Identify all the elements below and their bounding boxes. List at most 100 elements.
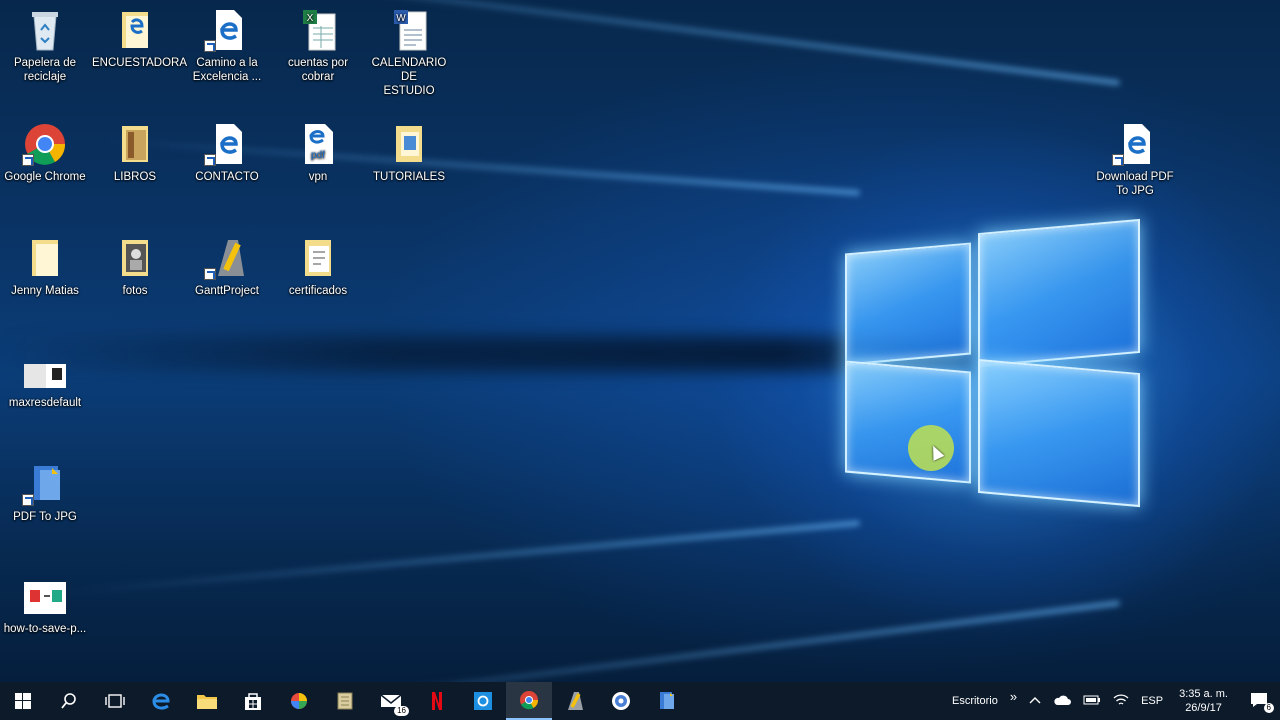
taskbar-blue-app[interactable]	[460, 682, 506, 720]
icon-label: Papelera de reciclaje	[13, 57, 77, 83]
desktop-icon-vpn[interactable]: pdf vpn	[275, 122, 361, 184]
edge-html-icon	[204, 8, 250, 52]
windows-logo-pane	[978, 358, 1140, 508]
image-file-icon	[22, 358, 68, 392]
folder-icon	[295, 236, 341, 280]
shortcut-arrow-icon	[1112, 154, 1124, 166]
mail-badge: 16	[394, 706, 409, 716]
taskbar-ganttproject[interactable]	[552, 682, 598, 720]
desktop-icon-calendario-de-estudio[interactable]: W CALENDARIO DE ESTUDIO	[366, 8, 452, 98]
icon-label: CONTACTO	[195, 171, 259, 183]
taskbar-circle-app[interactable]	[598, 682, 644, 720]
desktop-icon-fotos[interactable]: fotos	[92, 236, 178, 298]
clock-date: 26/9/17	[1185, 702, 1222, 714]
blue-app-icon	[474, 692, 492, 710]
notification-count: 6	[1263, 702, 1274, 713]
desktop-icon-recycle-bin[interactable]: Papelera de reciclaje	[2, 8, 88, 84]
icon-label: Camino a la Excelencia ...	[192, 57, 262, 83]
task-view-icon	[105, 694, 125, 708]
taskbar-mail[interactable]: 16	[368, 682, 414, 720]
icon-label: cuentas por cobrar	[287, 57, 349, 83]
circle-app-icon	[612, 692, 630, 710]
icon-label: Jenny Matias	[11, 285, 79, 297]
clock[interactable]: 3:35 a. m. 26/9/17	[1169, 687, 1238, 715]
language-indicator[interactable]: ESP	[1135, 695, 1169, 707]
desktop-icon-contacto[interactable]: CONTACTO	[184, 122, 270, 184]
image-file-icon	[22, 578, 68, 618]
pdf-to-jpg-app-icon	[660, 692, 674, 709]
system-tray: Escritorio » ESP 3:35 a. m. 26/9/17 6	[946, 682, 1280, 720]
task-view-button[interactable]	[92, 682, 138, 720]
desktop-icon-tutoriales[interactable]: TUTORIALES	[366, 122, 452, 184]
desktop-icon-cuentas-por-cobrar[interactable]: X cuentas por cobrar	[275, 8, 361, 84]
netflix-icon	[432, 692, 442, 710]
battery-icon	[1083, 695, 1101, 704]
archive-icon	[337, 692, 353, 710]
desktop-icon-libros[interactable]: LIBROS	[92, 122, 178, 184]
desktop-icon-jenny-matias[interactable]: Jenny Matias	[2, 236, 88, 298]
taskbar-file-explorer[interactable]	[184, 682, 230, 720]
chevron-up-icon	[1029, 697, 1041, 704]
desktop-icon-encuestadora[interactable]: ENCUESTADORA	[92, 8, 187, 70]
folder-icon	[112, 8, 158, 52]
icon-label: how-to-save-p...	[3, 623, 87, 635]
icon-label: Google Chrome	[4, 171, 86, 183]
taskbar-pdf-to-jpg[interactable]	[644, 682, 690, 720]
chrome-icon	[22, 122, 68, 166]
chevron-double-icon[interactable]: »	[1004, 689, 1023, 704]
taskbar-store[interactable]	[230, 682, 276, 720]
windows-start-icon	[15, 693, 31, 709]
recycle-bin-icon	[22, 8, 68, 52]
desktop-icon-certificados[interactable]: certificados	[275, 236, 361, 298]
svg-text:X: X	[307, 13, 314, 24]
desktop-icon-maxresdefault[interactable]: maxresdefault	[2, 358, 88, 410]
icon-label: LIBROS	[113, 171, 157, 183]
search-icon	[61, 693, 76, 709]
desktop-icon-ganttproject[interactable]: GanttProject	[184, 236, 270, 298]
colorful-app-icon	[291, 693, 307, 709]
desktop-icon-google-chrome[interactable]: Google Chrome	[2, 122, 88, 184]
folder-icon	[197, 695, 217, 709]
light-beam	[206, 600, 1121, 682]
ganttproject-icon	[568, 692, 583, 710]
folder-icon	[112, 122, 158, 166]
taskbar-archive-app[interactable]	[322, 682, 368, 720]
dark-band	[0, 336, 980, 372]
icon-label: TUTORIALES	[373, 171, 445, 183]
action-center-button[interactable]: 6	[1238, 692, 1280, 713]
shortcut-arrow-icon	[204, 154, 216, 166]
folder-icon	[22, 236, 68, 280]
desktop-icon-camino-excelencia[interactable]: Camino a la Excelencia ...	[184, 8, 270, 84]
shortcut-arrow-icon	[204, 40, 216, 52]
taskbar-netflix[interactable]	[414, 682, 460, 720]
desktop-icon-how-to-save[interactable]: how-to-save-p...	[2, 578, 88, 636]
taskbar-colorful-app[interactable]	[276, 682, 322, 720]
windows-logo-pane	[978, 218, 1140, 368]
edge-html-icon	[204, 122, 250, 166]
clock-time: 3:35 a. m.	[1179, 688, 1228, 700]
svg-text:W: W	[396, 13, 406, 24]
show-hidden-icons-button[interactable]	[1023, 695, 1047, 707]
folder-icon	[112, 236, 158, 280]
windows-logo-pane	[845, 360, 971, 484]
icon-label: CALENDARIO DE ESTUDIO	[371, 57, 447, 97]
desktop-icon-download-pdf-to-jpg[interactable]: Download PDF To JPG	[1092, 122, 1178, 198]
edge-icon	[152, 693, 170, 710]
battery-button[interactable]	[1077, 694, 1107, 709]
svg-text:pdf: pdf	[311, 150, 325, 161]
icon-label: maxresdefault	[8, 397, 82, 409]
start-button[interactable]	[0, 682, 46, 720]
taskbar-edge[interactable]	[138, 682, 184, 720]
edge-html-icon	[1112, 122, 1158, 166]
shortcut-arrow-icon	[22, 494, 34, 506]
onedrive-button[interactable]	[1047, 694, 1077, 709]
cloud-icon	[1054, 695, 1072, 705]
icon-label: certificados	[288, 285, 348, 297]
taskbar-chrome[interactable]	[506, 682, 552, 720]
desktop-icon-pdf-to-jpg[interactable]: PDF To JPG	[2, 462, 88, 524]
desktop-background[interactable]: Papelera de reciclaje ENCUESTADORA Camin…	[0, 0, 1280, 682]
search-button[interactable]	[46, 682, 92, 720]
desktop-toolbar-label[interactable]: Escritorio	[946, 695, 1004, 707]
wifi-button[interactable]	[1107, 693, 1135, 710]
chrome-icon	[520, 691, 539, 710]
